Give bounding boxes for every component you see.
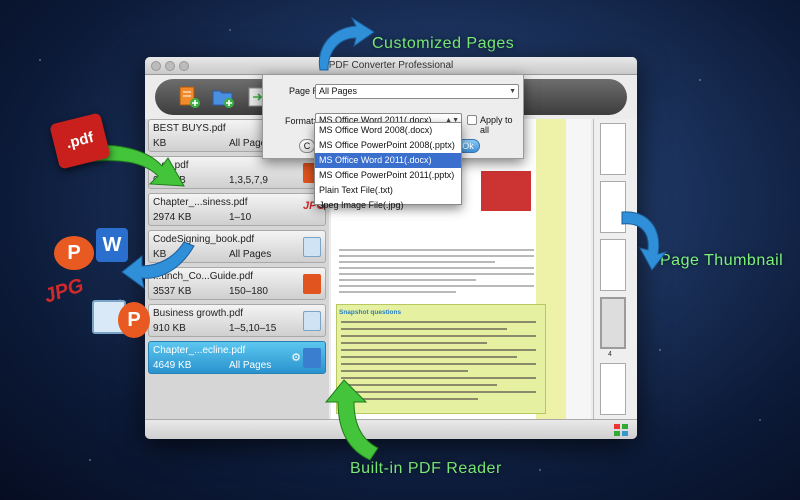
file-pages: 1–5,10–15 [229,323,277,334]
status-bar [145,419,637,439]
file-pages: All Pages [229,360,272,371]
file-size: 2974 KB [153,212,192,223]
file-pages: 1,3,5,7,9 [229,175,268,186]
text-file-icon [303,237,321,257]
apply-to-all-label: Apply to all [480,115,513,135]
blue-arrow-page-thumbnail [621,211,668,271]
file-name: Business growth.pdf [153,308,244,319]
format-label: Format: [285,116,317,126]
format-option[interactable]: Jpeg Image File(.jpg) [315,198,461,213]
format-option[interactable]: MS Office Word 2008(.docx) [315,123,461,138]
callout-page-thumbnail: Page Thumbnail [660,252,784,269]
page-range-combo[interactable]: All Pages ▼ [315,84,519,99]
file-name: Chapter_...ecline.pdf [153,345,246,356]
file-name: Chapter_...siness.pdf [153,197,248,208]
page-thumbnail-selected[interactable] [600,297,626,349]
thumbnail-page-number: 4 [608,351,612,358]
format-option[interactable]: MS Office PowerPoint 2011(.pptx) [315,168,461,183]
add-file-button[interactable] [177,85,201,109]
file-pages: All Pages [229,249,272,260]
file-size: 910 KB [153,323,186,334]
powerpoint-icon: P [118,302,150,338]
chevron-down-icon: ▼ [509,88,516,95]
gear-icon[interactable]: ⚙ [291,351,301,364]
file-item[interactable]: Business growth.pdf 910 KB 1–5,10–15 [148,304,326,337]
callout-customized-pages: Customized Pages [372,35,515,52]
page-range-value: All Pages [319,86,358,96]
word-icon: W [96,228,128,262]
jpg-icon: JPG [41,274,87,308]
cancel-button[interactable]: C [299,139,315,153]
file-item[interactable]: Chapter_...siness.pdf 2974 KB 1–10 JPG [148,193,326,226]
word-icon [303,348,321,368]
body-text-lines [339,249,534,297]
minimize-window-button[interactable] [165,61,175,71]
file-item-selected[interactable]: Chapter_...ecline.pdf 4649 KB All Pages … [148,341,326,374]
close-window-button[interactable] [151,61,161,71]
page-thumbnail[interactable] [600,363,626,415]
title-bar: PDF Converter Professional [145,57,637,75]
text-file-icon [303,311,321,331]
add-folder-button[interactable] [211,85,235,109]
file-name: BEST BUYS.pdf [153,123,226,134]
file-size: 4649 KB [153,360,192,371]
format-option-selected[interactable]: MS Office Word 2011(.docx) [315,153,461,168]
powerpoint-icon [303,274,321,294]
page-thumbnail[interactable] [600,123,626,175]
file-pages: 150–180 [229,286,268,297]
file-pages: 1–10 [229,212,252,223]
format-dropdown-menu: MS Office Word 2008(.docx) MS Office Pow… [314,122,462,210]
snapshot-title: Snapshot questions [339,309,402,316]
green-arrow-builtin-reader [324,379,379,461]
powerpoint-icon: P [54,236,94,270]
format-option[interactable]: Plain Text File(.txt) [315,183,461,198]
zoom-window-button[interactable] [179,61,189,71]
callout-builtin-reader: Built-in PDF Reader [350,460,502,477]
blue-arrow-customized-pages [318,16,375,71]
add-file-icon [179,86,200,108]
store-photo [481,171,531,211]
blue-arrow-output-formats [121,241,195,290]
window-controls [151,61,189,71]
add-folder-icon [212,90,234,108]
apply-to-all-checkbox[interactable] [467,115,477,125]
format-option[interactable]: MS Office PowerPoint 2008(.pptx) [315,138,461,153]
layout-toggle-icon[interactable] [613,423,629,437]
